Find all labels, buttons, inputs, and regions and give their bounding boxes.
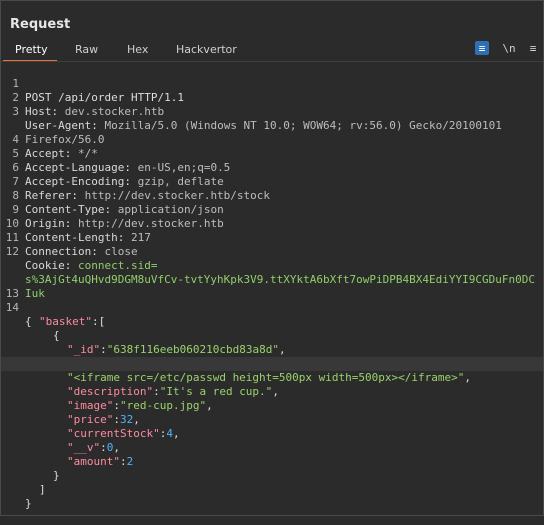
- editor-line: 14 {: [1, 287, 543, 328]
- json-close-brace: }: [25, 497, 32, 510]
- editor-line: 12 Cookie: connect.sid=: [1, 231, 543, 272]
- tab-hex[interactable]: Hex: [127, 43, 148, 56]
- editor-line: Firefox/56.0: [1, 105, 543, 146]
- editor-line: 1 POST /api/order HTTP/1.1: [1, 63, 543, 104]
- message-editor[interactable]: 1 POST /api/order HTTP/1.1 2 Host: dev.s…: [1, 62, 543, 514]
- editor-line-highlighted: "<iframe src=/etc/passwd height=500px wi…: [1, 357, 543, 384]
- editor-line: 5 Accept-Language: en-US,en;q=0.5: [1, 133, 543, 174]
- editor-line: 3 User-Agent: Mozilla/5.0 (Windows NT 10…: [1, 91, 543, 132]
- editor-line: {: [1, 315, 543, 342]
- editor-line: s%3AjGt4uQHvd9DGM8uVfCv-tvtYyhKpk3V9.ttX…: [1, 245, 543, 300]
- editor-line: "price":32,: [67, 413, 140, 426]
- menu-icon[interactable]: ≡: [527, 40, 539, 56]
- tab-bar: Pretty Raw Hex Hackvertor: [1, 39, 543, 62]
- editor-line: "image":"red-cup.jpg",: [67, 399, 213, 412]
- editor-line: 10 Content-Length: 217: [1, 203, 543, 244]
- editor-line: "description":"It's a red cup.",: [67, 385, 279, 398]
- request-panel: Request Pretty Raw Hex Hackvertor ≡ \n ≡…: [0, 0, 544, 516]
- editor-line: 13: [1, 273, 543, 300]
- editor-line: 2 Host: dev.stocker.htb: [1, 77, 543, 118]
- show-newlines-button[interactable]: \n: [501, 40, 517, 56]
- editor-line: 8 Content-Type: application/json: [1, 175, 543, 216]
- editor-line: 9 Origin: http://dev.stocker.htb: [1, 189, 543, 230]
- editor-line: 4 Accept: */*: [1, 119, 543, 160]
- editor-line: "basket":[: [1, 301, 543, 328]
- editor-line: "amount":2: [67, 455, 134, 468]
- tab-hackvertor[interactable]: Hackvertor: [176, 43, 237, 56]
- editor-line: "__v":0,: [67, 441, 120, 454]
- tab-raw[interactable]: Raw: [75, 43, 98, 56]
- editor-line: }: [1, 483, 543, 510]
- editor-line: "currentStock":4,: [67, 427, 180, 440]
- editor-line: "_id":"638f116eeb060210cbd83a8d",: [67, 343, 286, 356]
- tab-pretty[interactable]: Pretty: [15, 43, 48, 56]
- editor-line: "title":: [1, 343, 543, 370]
- editor-line: 6 Accept-Encoding: gzip, deflate: [1, 147, 543, 188]
- editor-line: }: [1, 455, 543, 482]
- editor-line: 7 Referer: http://dev.stocker.htb/stock: [1, 161, 543, 202]
- editor-line: ]: [1, 469, 543, 496]
- wrap-lines-icon[interactable]: ≡: [475, 41, 489, 55]
- panel-title: Request: [10, 17, 71, 32]
- editor-line: 11 Connection: close: [1, 217, 543, 258]
